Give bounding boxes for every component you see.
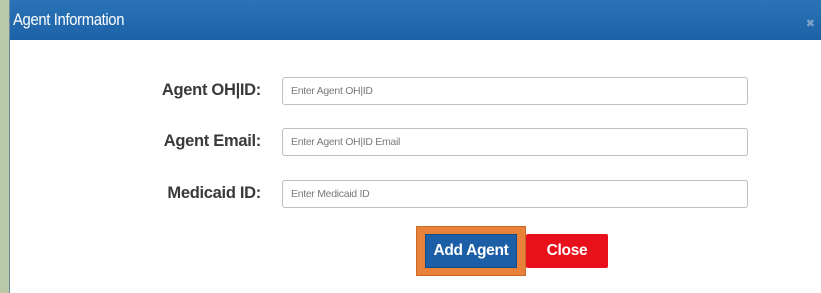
agent-email-input[interactable] (282, 128, 748, 156)
medicaid-id-label: Medicaid ID: (167, 184, 261, 202)
agent-ohid-input[interactable] (282, 77, 748, 105)
medicaid-id-input[interactable] (282, 180, 748, 208)
agent-ohid-label: Agent OH|ID: (161, 81, 261, 99)
dialog-title: Agent Information (13, 10, 125, 29)
dialog-titlebar: Agent Information ✖ (10, 0, 821, 40)
close-icon[interactable]: ✖ (806, 17, 815, 30)
agent-information-dialog: Agent Information ✖ Agent OH|ID: Agent E… (9, 0, 821, 293)
agent-email-label: Agent Email: (163, 132, 262, 150)
page-backdrop: Agent Information ✖ Agent OH|ID: Agent E… (0, 0, 821, 293)
close-button[interactable]: Close (526, 234, 608, 268)
agent-email-row: Agent Email: (10, 128, 821, 158)
medicaid-id-row: Medicaid ID: (10, 180, 821, 210)
agent-ohid-row: Agent OH|ID: (10, 77, 821, 107)
add-agent-button[interactable]: Add Agent (425, 234, 517, 268)
